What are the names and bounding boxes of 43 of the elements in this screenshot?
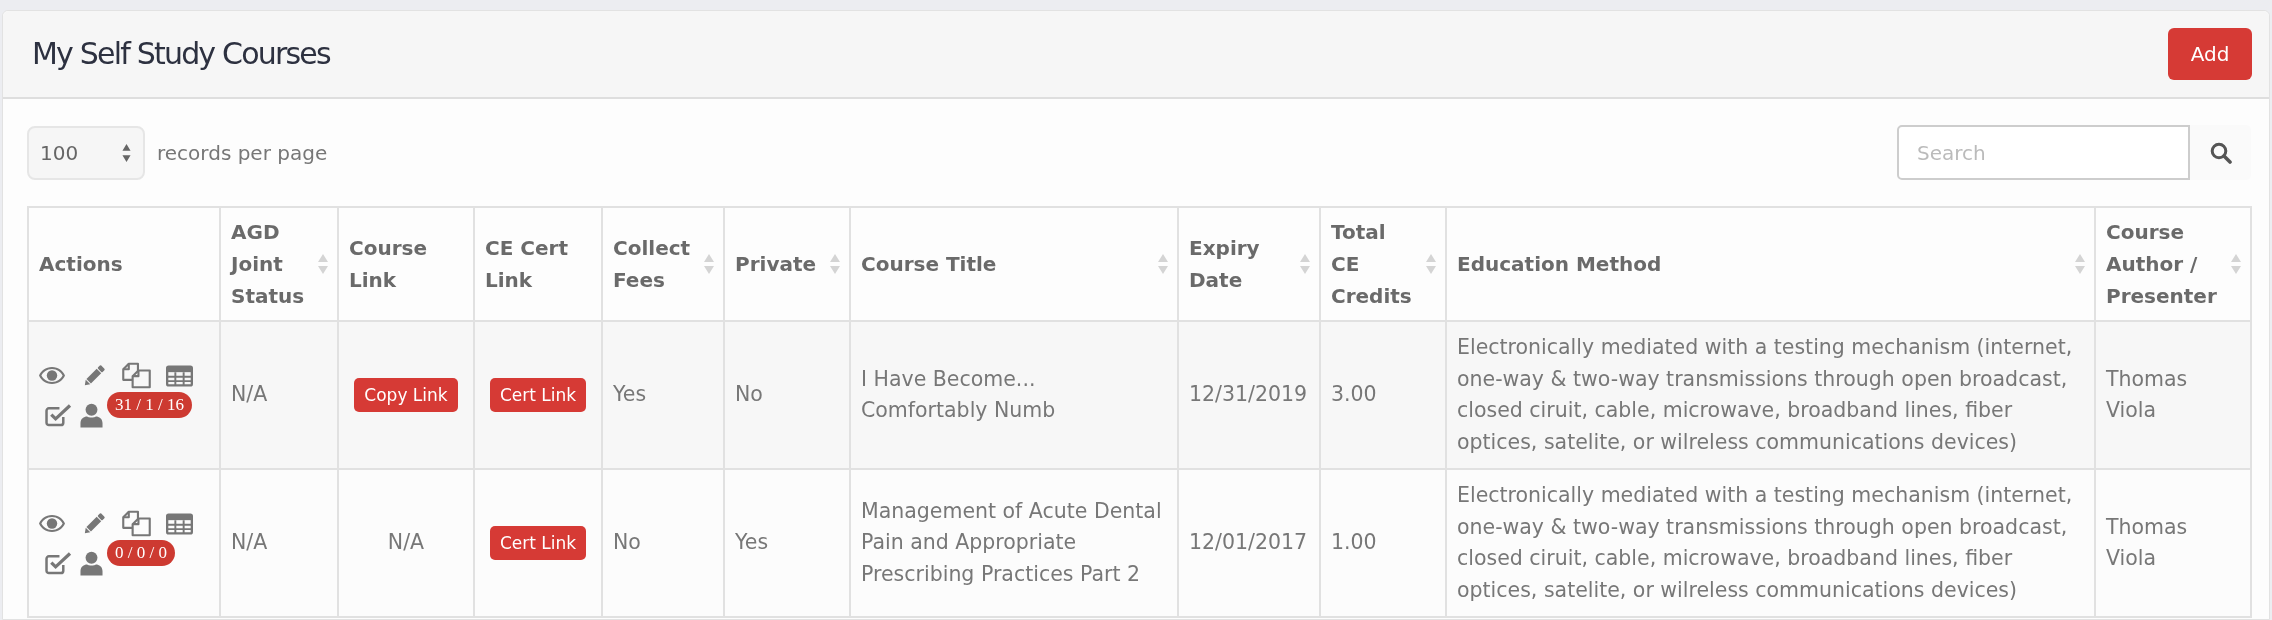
cert-link-button[interactable]: Cert Link — [489, 378, 587, 412]
page-size-select[interactable]: 100 — [27, 125, 145, 180]
table-cell: No — [724, 321, 850, 469]
search-icon — [2209, 141, 2232, 164]
table-cell: I Have Become... Comfortably Numb — [850, 321, 1178, 469]
table-cell: 3.00 — [1320, 321, 1446, 469]
column-header: CE Cert Link — [485, 235, 569, 294]
count-badge: 0 / 0 / 0 — [107, 540, 175, 566]
copy-icon[interactable] — [122, 510, 151, 537]
table-cell: Management of Acute Dental Pain and Appropriate Prescribing Practices Part 2 — [850, 469, 1178, 617]
column-header[interactable]: Private — [735, 248, 819, 280]
eye-icon[interactable] — [38, 366, 66, 385]
table-cell: 12/01/2017 — [1178, 469, 1320, 617]
eye-icon[interactable] — [38, 514, 66, 533]
table-cell: 1.00 — [1320, 469, 1446, 617]
table-cell: No — [602, 469, 724, 617]
table-icon[interactable] — [166, 364, 193, 387]
table-cell: 12/31/2019 — [1178, 321, 1320, 469]
cert-link-button[interactable]: Cert Link — [489, 526, 587, 560]
table-cell: N/A — [220, 321, 338, 469]
column-header: Actions — [39, 251, 124, 278]
table-cell: Electronically mediated with a testing mechanism (internet, one-way & two-way transmissions through open broadcast, closed ciruit, cable, microwave, broadband lines, fiber optices, satelite, or wilreless communications devices) — [1446, 469, 2095, 617]
table-cell: Thomas Viola — [2095, 321, 2251, 469]
up-down-arrows-icon — [122, 142, 131, 163]
table-cell: Yes — [602, 321, 724, 469]
check-square-icon[interactable] — [45, 552, 72, 575]
user-icon[interactable] — [80, 403, 103, 428]
table-cell: Thomas Viola — [2095, 469, 2251, 617]
column-header: Course Link — [349, 235, 428, 294]
search-field[interactable]: Search — [1897, 125, 2190, 180]
table-cell: N/A — [220, 469, 338, 617]
page-title: My Self Study Courses — [32, 36, 330, 72]
records-per-page-label: records per page — [157, 139, 328, 167]
copy-link-button[interactable]: Copy Link — [354, 378, 458, 412]
copy-icon[interactable] — [122, 362, 151, 389]
table-icon[interactable] — [166, 512, 193, 535]
table-cell: Yes — [724, 469, 850, 617]
user-icon[interactable] — [80, 551, 103, 576]
count-badge: 31 / 1 / 16 — [107, 392, 192, 418]
check-square-icon[interactable] — [45, 404, 72, 427]
table-cell: Electronically mediated with a testing mechanism (internet, one-way & two-way transmissions through open broadcast, closed ciruit, cable, microwave, broadband lines, fiber optices, satelite, or wilreless communications devices) — [1446, 321, 2095, 469]
add-button[interactable]: Add — [2168, 28, 2252, 80]
table-cell: N/A — [338, 469, 474, 617]
